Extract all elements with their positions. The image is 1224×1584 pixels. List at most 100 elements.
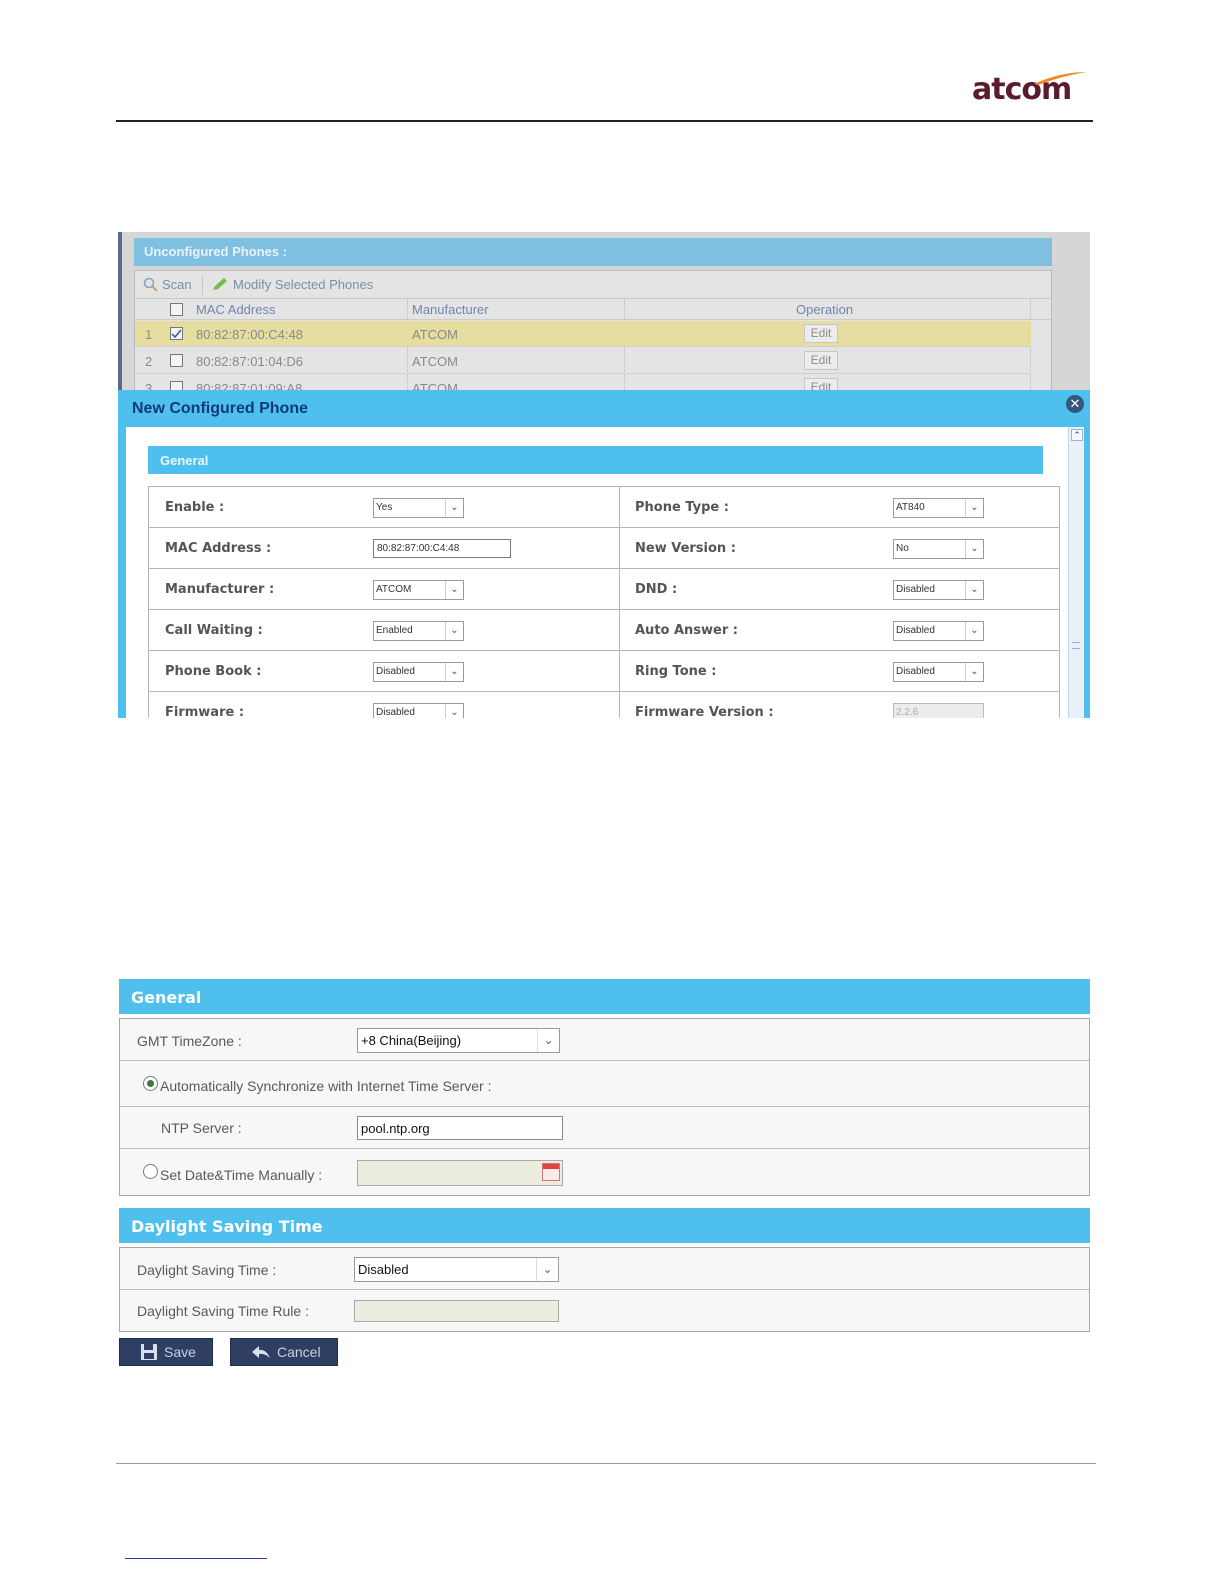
- dnd-select[interactable]: Disabled ⌄: [893, 580, 984, 600]
- cancel-button[interactable]: Cancel: [230, 1338, 338, 1366]
- auto-sync-radio[interactable]: [143, 1076, 158, 1091]
- row-checkbox[interactable]: [170, 354, 183, 367]
- footer-link-underline[interactable]: [125, 1558, 267, 1559]
- row-mac: 80:82:87:01:04:D6: [196, 354, 303, 369]
- dialog-title: New Configured Phone: [132, 400, 308, 417]
- auto-sync-row: Automatically Synchronize with Internet …: [120, 1061, 1089, 1107]
- form-row-manufacturer: Manufacturer : ATCOM ⌄ DND : Disabled ⌄: [149, 569, 1059, 610]
- phone-book-label: Phone Book :: [165, 664, 262, 679]
- phone-book-value: Disabled: [376, 666, 415, 677]
- scan-label: Scan: [162, 277, 192, 292]
- manufacturer-select[interactable]: ATCOM ⌄: [373, 580, 464, 600]
- dnd-value: Disabled: [896, 584, 935, 595]
- close-icon[interactable]: ✕: [1066, 395, 1084, 413]
- chevron-down-icon: ⌄: [445, 704, 463, 718]
- atcom-logo: atcom: [972, 72, 1087, 112]
- form-row-enable: Enable : Yes ⌄ Phone Type : AT840 ⌄: [149, 487, 1059, 528]
- new-version-select[interactable]: No ⌄: [893, 539, 984, 559]
- mac-address-field[interactable]: 80:82:87:00:C4:48: [373, 539, 511, 558]
- mac-address-label: MAC Address :: [165, 541, 272, 556]
- new-configured-phone-dialog: New Configured Phone ✕ General Enable : …: [118, 390, 1090, 718]
- toolbar-separator: [202, 275, 203, 295]
- row-manufacturer: ATCOM: [412, 354, 458, 369]
- dst-rule-field[interactable]: [354, 1300, 559, 1322]
- chevron-down-icon: ⌄: [536, 1258, 558, 1281]
- manual-datetime-radio[interactable]: [143, 1164, 158, 1179]
- select-all-checkbox[interactable]: [170, 303, 183, 316]
- manual-datetime-label: Set Date&Time Manually :: [160, 1167, 323, 1183]
- row-checkbox[interactable]: [170, 327, 183, 340]
- phone-type-label: Phone Type :: [635, 500, 729, 515]
- dialog-body: General Enable : Yes ⌄ Phone Type : AT840…: [126, 427, 1084, 718]
- phone-book-select[interactable]: Disabled ⌄: [373, 662, 464, 682]
- phone-settings-form: Enable : Yes ⌄ Phone Type : AT840 ⌄ MAC Ad…: [148, 486, 1060, 718]
- chevron-down-icon: ⌄: [445, 581, 463, 599]
- scroll-up-icon[interactable]: ⌃: [1071, 429, 1083, 441]
- dialog-scrollbar[interactable]: ⌃: [1068, 427, 1084, 718]
- timezone-value: +8 China(Beijing): [361, 1033, 462, 1048]
- timezone-row: GMT TimeZone : +8 China(Beijing) ⌄: [120, 1019, 1089, 1061]
- enable-label: Enable :: [165, 500, 225, 515]
- save-button[interactable]: Save: [119, 1338, 213, 1366]
- edit-button[interactable]: Edit: [804, 351, 838, 370]
- modify-label: Modify Selected Phones: [233, 277, 374, 292]
- pencil-icon: [213, 278, 227, 290]
- auto-answer-select[interactable]: Disabled ⌄: [893, 621, 984, 641]
- table-row[interactable]: 1 80:82:87:00:C4:48 ATCOM Edit: [135, 321, 1031, 347]
- edit-button[interactable]: Edit: [804, 324, 838, 343]
- chevron-down-icon: ⌄: [965, 499, 983, 517]
- new-version-value: No: [896, 543, 909, 554]
- firmware-label: Firmware :: [165, 705, 245, 718]
- new-version-label: New Version :: [635, 541, 736, 556]
- general-settings-box: GMT TimeZone : +8 China(Beijing) ⌄ Automa…: [119, 1018, 1090, 1196]
- table-row[interactable]: 2 80:82:87:01:04:D6 ATCOM Edit: [135, 348, 1031, 374]
- manufacturer-value: ATCOM: [376, 584, 412, 595]
- manual-datetime-row: Set Date&Time Manually :: [120, 1149, 1089, 1195]
- row-manufacturer: ATCOM: [412, 327, 458, 342]
- phone-type-select[interactable]: AT840 ⌄: [893, 498, 984, 518]
- auto-answer-label: Auto Answer :: [635, 623, 739, 638]
- ntp-server-row: NTP Server : pool.ntp.org: [120, 1107, 1089, 1149]
- search-icon: [143, 277, 158, 292]
- auto-answer-value: Disabled: [896, 625, 935, 636]
- logo-swoosh-icon: [1034, 72, 1086, 85]
- ntp-server-field[interactable]: pool.ntp.org: [357, 1116, 563, 1140]
- call-waiting-select[interactable]: Enabled ⌄: [373, 621, 464, 641]
- chevron-down-icon: ⌄: [965, 581, 983, 599]
- form-row-firmware: Firmware : Disabled ⌄ Firmware Version : …: [149, 692, 1059, 718]
- row-mac: 80:82:87:00:C4:48: [196, 327, 303, 342]
- grid-header-row: MAC Address Manufacturer Operation: [135, 300, 1051, 320]
- ring-tone-value: Disabled: [896, 666, 935, 677]
- col-operation: Operation: [796, 302, 854, 317]
- dst-section-header: Daylight Saving Time: [119, 1208, 1090, 1243]
- enable-select[interactable]: Yes ⌄: [373, 498, 464, 518]
- dnd-label: DND :: [635, 582, 678, 597]
- enable-value: Yes: [376, 502, 393, 513]
- form-row-phone-book: Phone Book : Disabled ⌄ Ring Tone : Disab…: [149, 651, 1059, 692]
- header-divider: [116, 120, 1093, 122]
- firmware-select[interactable]: Disabled ⌄: [373, 703, 464, 718]
- dst-settings-box: Daylight Saving Time : Disabled ⌄ Dayligh…: [119, 1247, 1090, 1332]
- call-waiting-value: Enabled: [376, 625, 413, 636]
- timezone-select[interactable]: +8 China(Beijing) ⌄: [357, 1028, 560, 1053]
- reply-arrow-icon: [252, 1346, 270, 1358]
- dst-select[interactable]: Disabled ⌄: [354, 1257, 559, 1282]
- footer-divider: [116, 1463, 1096, 1464]
- ntp-server-label: NTP Server :: [161, 1120, 242, 1136]
- dst-value: Disabled: [358, 1262, 409, 1277]
- timezone-label: GMT TimeZone :: [137, 1033, 242, 1049]
- auto-sync-label: Automatically Synchronize with Internet …: [160, 1078, 492, 1094]
- floppy-disk-icon: [141, 1344, 157, 1360]
- dst-label: Daylight Saving Time :: [137, 1262, 277, 1278]
- screenshot-unconfigured-phones: Unconfigured Phones : Scan Modify Select…: [118, 232, 1090, 718]
- manufacturer-label: Manufacturer :: [165, 582, 275, 597]
- firmware-value: Disabled: [376, 707, 415, 718]
- manual-datetime-field[interactable]: [357, 1160, 563, 1186]
- scan-button[interactable]: Scan: [143, 277, 192, 292]
- phone-type-value: AT840: [896, 502, 925, 513]
- check-icon: [171, 329, 182, 339]
- ring-tone-select[interactable]: Disabled ⌄: [893, 662, 984, 682]
- modify-selected-phones-button[interactable]: Modify Selected Phones: [211, 277, 373, 292]
- dialog-section-general: General: [148, 446, 1043, 474]
- calendar-icon[interactable]: [542, 1163, 560, 1181]
